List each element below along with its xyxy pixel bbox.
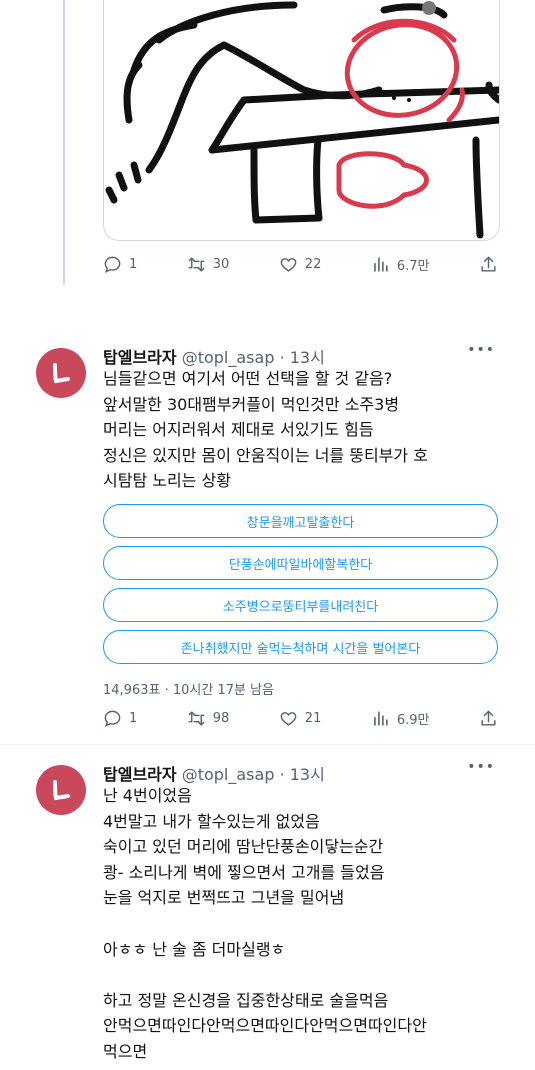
retweet-button[interactable]: 30	[187, 255, 230, 274]
heart-icon	[280, 257, 297, 272]
author-name[interactable]: 탑엘브라자	[103, 348, 177, 367]
views-button[interactable]: 6.9만	[371, 709, 430, 728]
reply-count: 1	[129, 256, 138, 272]
reply-button[interactable]: 1	[103, 709, 137, 728]
tweet-image[interactable]	[103, 0, 500, 241]
tweet-text: 님들같으면 여기서 어떤 선택을 할 것 같음? 앞서말한 30대팸부커플이 먹…	[103, 369, 428, 491]
thread-line	[63, 0, 65, 285]
author-handle[interactable]: @topl_asap	[182, 765, 275, 784]
tweet-text: 난 4번이었음 4번말고 내가 할수있는게 없었음 숙이고 있던 머리에 땀난단…	[103, 786, 427, 1061]
retweet-icon	[188, 710, 205, 726]
tweet-header: 탑엘브라자 @topl_asap · 13시	[103, 344, 325, 368]
like-count: 21	[304, 710, 322, 726]
heart-icon	[280, 711, 297, 726]
tweet-time[interactable]: · 13시	[280, 765, 325, 784]
logo-l-icon	[53, 363, 70, 384]
poll-meta: 14,963표 · 10시간 17분 남음	[103, 683, 274, 698]
poll-option-3[interactable]: 소주병으로뚱티부를내려친다	[103, 588, 498, 622]
retweet-count: 30	[212, 256, 230, 272]
drawing-illustration	[105, 1, 499, 239]
views-button[interactable]: 6.7만	[371, 255, 430, 274]
like-count: 22	[304, 256, 322, 272]
like-button[interactable]: 22	[279, 255, 322, 274]
more-options-icon[interactable]: •••	[467, 342, 495, 358]
author-name[interactable]: 탑엘브라자	[103, 765, 177, 784]
views-count: 6.9만	[396, 712, 430, 728]
views-icon	[373, 256, 388, 272]
share-button[interactable]	[479, 709, 498, 728]
tweet-header: 탑엘브라자 @topl_asap · 13시	[103, 761, 325, 785]
views-count: 6.7만	[396, 258, 430, 274]
tweet-actions: 1 30 22 6.7만	[103, 252, 498, 276]
like-button[interactable]: 21	[279, 709, 322, 728]
poll-option-1[interactable]: 창문을깨고탈출한다	[103, 504, 498, 538]
retweet-icon	[188, 256, 205, 272]
more-options-icon[interactable]: •••	[467, 759, 495, 775]
share-icon	[481, 710, 496, 726]
divider	[0, 744, 535, 745]
views-icon	[373, 710, 388, 726]
tweet-actions: 1 98 21 6.9만	[103, 706, 498, 730]
reply-count: 1	[129, 710, 138, 726]
retweet-count: 98	[212, 710, 230, 726]
share-icon	[481, 256, 496, 272]
avatar[interactable]	[36, 765, 86, 815]
retweet-button[interactable]: 98	[187, 709, 230, 728]
poll-option-2[interactable]: 단풍손에따일바에할복한다	[103, 546, 498, 580]
reply-icon	[104, 710, 121, 727]
reply-icon	[104, 256, 121, 273]
avatar[interactable]	[36, 348, 86, 398]
author-handle[interactable]: @topl_asap	[182, 348, 275, 367]
poll-option-4[interactable]: 존나취했지만 술먹는척하며 시간을 벌어본다	[103, 630, 498, 664]
tweet-time[interactable]: · 13시	[280, 348, 325, 367]
logo-l-icon	[53, 780, 70, 801]
reply-button[interactable]: 1	[103, 255, 137, 274]
share-button[interactable]	[479, 255, 498, 274]
